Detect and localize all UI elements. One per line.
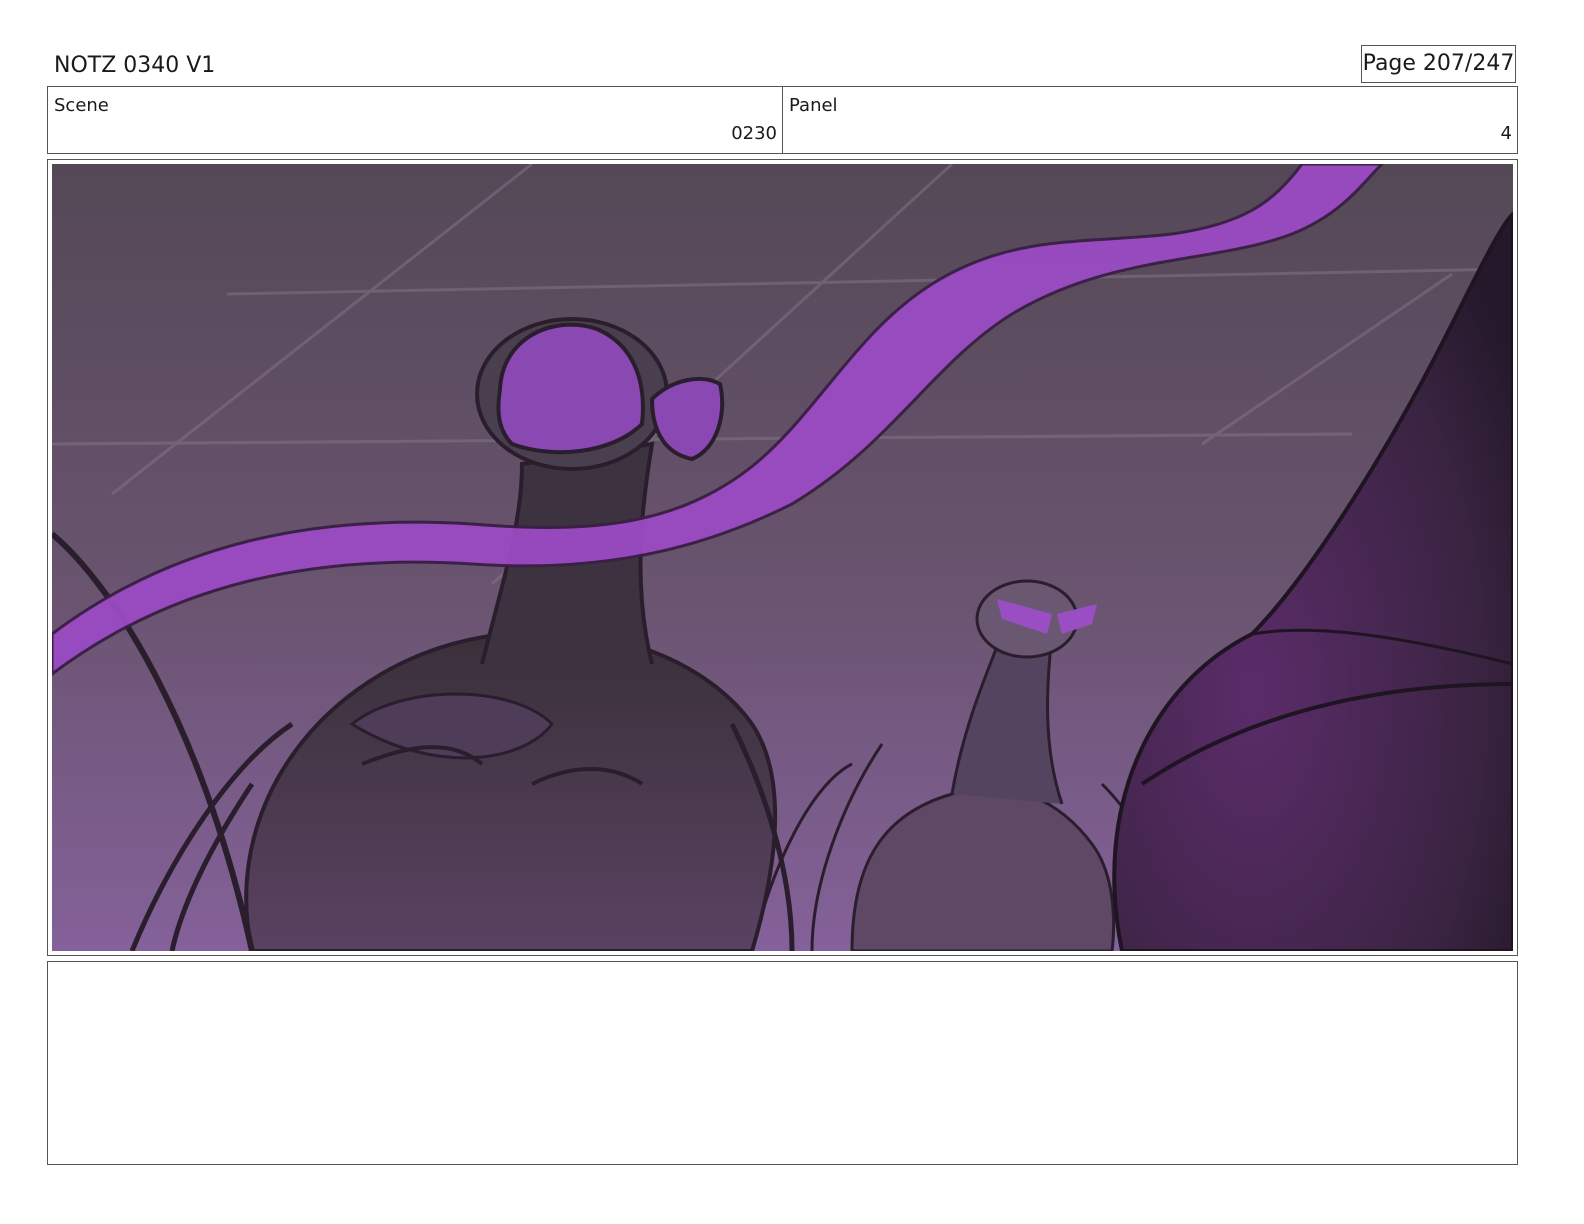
document-title: NOTZ 0340 V1: [54, 53, 216, 78]
panel-cell: Panel 4: [782, 87, 1517, 153]
scene-number: 0230: [731, 123, 777, 144]
scene-label: Scene: [54, 95, 109, 116]
notes-box: [47, 961, 1518, 1165]
page-indicator: Page 207/247: [1361, 45, 1516, 83]
scene-panel-info-row: Scene 0230 Panel 4: [47, 86, 1518, 154]
panel-label: Panel: [789, 95, 838, 116]
storyboard-panel-drawing: [52, 164, 1513, 951]
panel-number: 4: [1500, 123, 1512, 144]
scene-cell: Scene 0230: [48, 87, 782, 153]
storyboard-panel-frame: [47, 159, 1518, 956]
